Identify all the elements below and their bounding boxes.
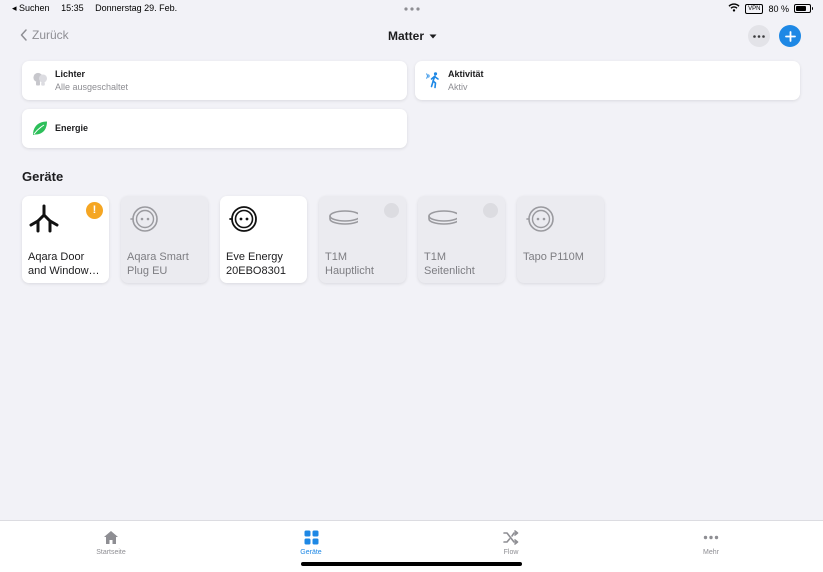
more-dots-icon [753,34,765,38]
chevron-left-icon [20,29,27,41]
device-name: Aqara Smart Plug EU [127,251,189,277]
devices-section-title: Geräte [22,169,64,184]
more-dots-icon [703,535,719,540]
device-tile[interactable]: Eve Energy 20EBO8301 [220,196,307,283]
light-bulbs-icon [33,72,47,86]
lights-title: Lichter [55,69,86,79]
status-back-app[interactable]: ◂ Suchen [12,3,50,13]
matter-logo-icon [29,204,59,233]
device-tile[interactable]: T1M Seitenlicht [418,196,505,283]
status-time: 15:35 [61,3,84,13]
activity-status: Aktiv [448,82,468,92]
status-bar: ◂ Suchen 15:35 Donnerstag 29. Feb. VPN 8… [0,0,823,16]
battery-icon [794,4,813,13]
device-name: Tapo P110M [523,251,584,263]
power-toggle[interactable] [384,203,399,218]
tab-flow[interactable]: Flow [471,530,551,556]
plug-icon [526,206,554,232]
grid-icon [304,530,318,545]
plus-icon [784,30,796,42]
status-date: Donnerstag 29. Feb. [95,3,178,13]
back-label: Zurück [32,28,69,42]
tab-geraete[interactable]: Geräte [271,530,351,556]
tab-mehr[interactable]: Mehr [671,530,751,556]
home-selector[interactable]: Matter [388,29,437,43]
warning-badge[interactable]: ! [86,202,103,219]
device-tile[interactable]: Tapo P110M [517,196,604,283]
battery-percent: 80 % [768,3,789,14]
device-name: Eve Energy 20EBO8301 [226,251,286,277]
energy-card[interactable]: Energie [22,109,407,148]
device-name: T1M Seitenlicht [424,251,475,277]
shuffle-icon [503,530,519,545]
ceiling-light-icon [329,210,358,225]
vpn-badge: VPN [745,3,764,14]
power-toggle[interactable] [483,203,498,218]
lights-status: Alle ausgeschaltet [55,82,129,92]
lights-card[interactable]: Lichter Alle ausgeschaltet [22,61,407,100]
ceiling-light-icon [428,210,457,225]
device-tile[interactable]: T1M Hauptlicht [319,196,406,283]
back-button[interactable]: Zurück [20,28,69,42]
more-options-button[interactable] [748,25,770,47]
add-button[interactable] [779,25,801,47]
plug-icon [130,206,158,232]
energy-title: Energie [55,123,89,133]
leaf-icon [33,121,47,135]
caret-down-icon [429,34,437,38]
wifi-icon [728,3,740,14]
activity-card[interactable]: Aktivität Aktiv [415,61,800,100]
device-name: Aqara Door and Window… [28,251,100,277]
tab-startseite[interactable]: Startseite [71,530,151,556]
activity-title: Aktivität [448,69,484,79]
device-tile[interactable]: Aqara Smart Plug EU [121,196,208,283]
page-title: Matter [388,29,425,43]
motion-walking-icon [426,72,439,89]
home-icon [104,531,118,544]
multitasking-dots-icon[interactable] [404,3,420,13]
device-name: T1M Hauptlicht [325,251,374,277]
device-tile[interactable]: ! Aqara Door and Window… [22,196,109,283]
home-indicator[interactable] [301,562,522,566]
plug-icon [229,206,257,232]
